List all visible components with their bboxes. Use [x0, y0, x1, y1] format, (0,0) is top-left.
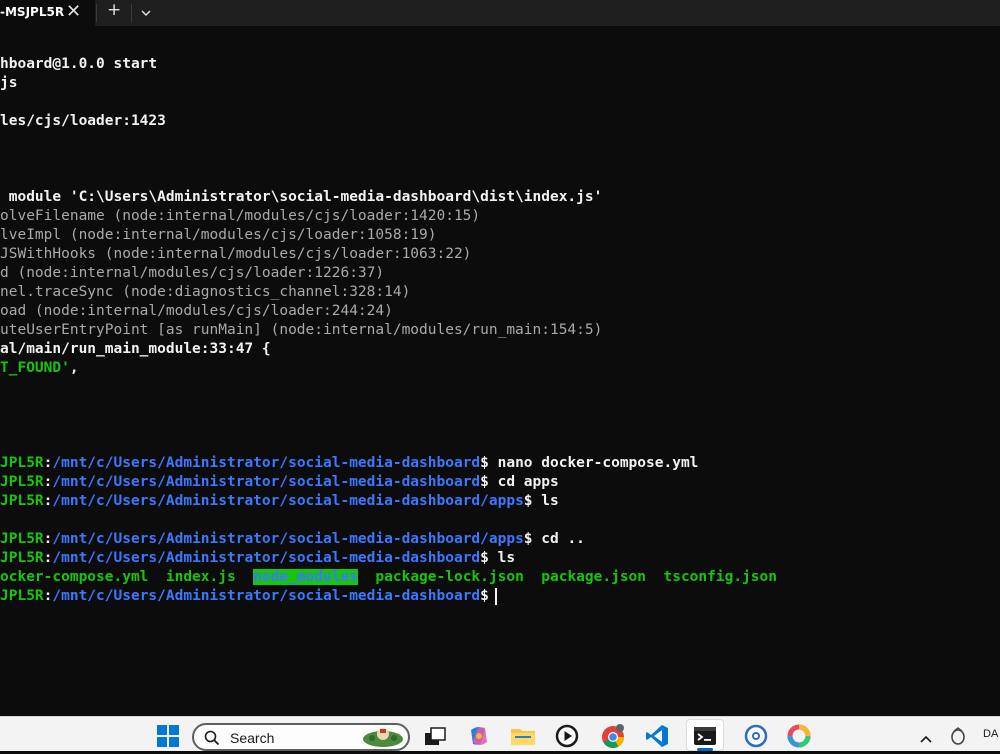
pokeball-app-icon[interactable] [744, 724, 768, 748]
terminal-line: module 'C:\Users\Administrator\social-me… [0, 188, 603, 207]
terminal-text-segment: d (node:internal/modules/cjs/loader:1226… [0, 265, 385, 281]
terminal-text-segment: module 'C:\Users\Administrator\social-me… [0, 189, 603, 205]
terminal-text-segment: les/cjs/loader:1423 [0, 113, 166, 129]
terminal-output[interactable]: hboard@1.0.0 start js les/cjs/loader:1423 … [0, 26, 1000, 716]
tab-terminal[interactable]: -MSJPL5R ✕ [0, 0, 95, 26]
terminal-line: al/main/run_main_module:33:47 { [0, 340, 271, 359]
terminal-text-segment: olveFilename (node:internal/modules/cjs/… [0, 208, 481, 224]
windows-start-icon[interactable] [156, 724, 180, 748]
show-hidden-icons-chevron-icon[interactable] [920, 729, 944, 753]
terminal-text-segment: /mnt/c/Users/Administrator/social-media-… [52, 531, 524, 547]
terminal-text-segment: lveImpl (node:internal/modules/cjs/loade… [0, 227, 437, 243]
terminal-text-segment: JPL5R [0, 493, 44, 509]
media-player-icon[interactable] [555, 724, 579, 748]
terminal-line: JPL5R:/mnt/c/Users/Administrator/social-… [0, 454, 698, 473]
terminal-text-segment: T_FOUND' [0, 360, 70, 376]
terminal-line: nel.traceSync (node:diagnostics_channel:… [0, 283, 410, 302]
terminal-line: olveFilename (node:internal/modules/cjs/… [0, 207, 480, 226]
terminal-line: hboard@1.0.0 start [0, 55, 157, 74]
chevron-down-icon[interactable] [141, 5, 151, 24]
terminal-text-segment: JSWithHooks (node:internal/modules/cjs/l… [0, 246, 472, 262]
terminal-line: lveImpl (node:internal/modules/cjs/loade… [0, 226, 437, 245]
terminal-text-segment: uteUserEntryPoint [as runMain] (node:int… [0, 322, 603, 338]
file-explorer-icon[interactable] [510, 724, 535, 748]
terminal-line: d (node:internal/modules/cjs/loader:1226… [0, 264, 384, 283]
terminal-line: ocker-compose.yml index.js node_modules … [0, 568, 777, 587]
terminal-text-segment: /mnt/c/Users/Administrator/social-media-… [52, 474, 481, 490]
terminal-cursor [494, 587, 497, 605]
terminal-line: JPL5R:/mnt/c/Users/Administrator/social-… [0, 530, 585, 549]
vscode-icon[interactable] [645, 724, 669, 748]
terminal-text-segment: , [69, 360, 79, 376]
terminal-text-segment: al/main/run_main_module:33:47 { [0, 341, 271, 357]
colorful-ring-app-icon[interactable] [787, 724, 811, 748]
terminal-line: T_FOUND', [0, 359, 79, 378]
title-bar: -MSJPL5R ✕ + [0, 0, 1000, 26]
tab-close-icon[interactable]: ✕ [66, 1, 81, 22]
terminal-text-segment: JPL5R [0, 588, 44, 604]
terminal-text-segment: JPL5R [0, 550, 44, 566]
terminal-text-segment: $ ls [480, 550, 516, 566]
terminal-text-segment: hboard@1.0.0 start [0, 56, 158, 72]
terminal-line: uteUserEntryPoint [as runMain] (node:int… [0, 321, 602, 340]
terminal-line: JPL5R:/mnt/c/Users/Administrator/social-… [0, 587, 497, 606]
search-placeholder: Search [230, 730, 275, 746]
taskbar-search-box[interactable]: Search [192, 723, 410, 751]
terminal-text-segment: $ cd apps [480, 474, 559, 490]
terminal-text-segment: JPL5R [0, 455, 44, 471]
terminal-text-segment: nel.traceSync (node:diagnostics_channel:… [0, 284, 411, 300]
new-tab-button[interactable]: + [107, 0, 121, 20]
chrome-icon[interactable] [600, 724, 624, 748]
tray-language-indicator[interactable]: DA [983, 728, 998, 740]
terminal-text-segment: package-lock.json package.json tsconfig.… [357, 569, 777, 585]
terminal-line: JSWithHooks (node:internal/modules/cjs/l… [0, 245, 471, 264]
terminal-text-segment: $ nano docker-compose.yml [480, 455, 699, 471]
terminal-line: JPL5R:/mnt/c/Users/Administrator/social-… [0, 473, 559, 492]
terminal-line: JPL5R:/mnt/c/Users/Administrator/social-… [0, 492, 559, 511]
tab-divider [96, 4, 97, 22]
tray-app-icon[interactable] [950, 727, 974, 751]
terminal-text-segment: $ cd .. [523, 531, 585, 547]
terminal-text-segment: $ ls [523, 493, 559, 509]
terminal-icon[interactable] [693, 724, 717, 748]
terminal-text-segment: ocker-compose.yml index.js [0, 569, 254, 585]
tab-divider [131, 4, 132, 22]
copilot-icon[interactable] [467, 724, 491, 748]
terminal-line: les/cjs/loader:1423 [0, 112, 166, 131]
task-view-icon[interactable] [423, 724, 447, 748]
terminal-line: JPL5R:/mnt/c/Users/Administrator/social-… [0, 549, 515, 568]
taskbar: Search DA [0, 716, 1000, 751]
terminal-line: js [0, 74, 17, 93]
terminal-text-segment: JPL5R [0, 531, 44, 547]
terminal-text-segment: oad (node:internal/modules/cjs/loader:24… [0, 303, 393, 319]
terminal-text-segment: /mnt/c/Users/Administrator/social-media-… [52, 493, 524, 509]
highlighted-directory-name: node_modules [253, 569, 358, 585]
terminal-text-segment: JPL5R [0, 474, 44, 490]
terminal-text-segment: /mnt/c/Users/Administrator/social-media-… [52, 588, 481, 604]
terminal-text-segment: js [0, 75, 18, 91]
search-highlight-image-icon [360, 726, 406, 752]
terminal-text-segment: /mnt/c/Users/Administrator/social-media-… [52, 455, 481, 471]
terminal-text-segment: /mnt/c/Users/Administrator/social-media-… [52, 550, 481, 566]
tab-title: -MSJPL5R [0, 5, 65, 19]
search-icon [204, 730, 220, 750]
terminal-line: oad (node:internal/modules/cjs/loader:24… [0, 302, 393, 321]
terminal-text-segment: $ [480, 588, 489, 604]
